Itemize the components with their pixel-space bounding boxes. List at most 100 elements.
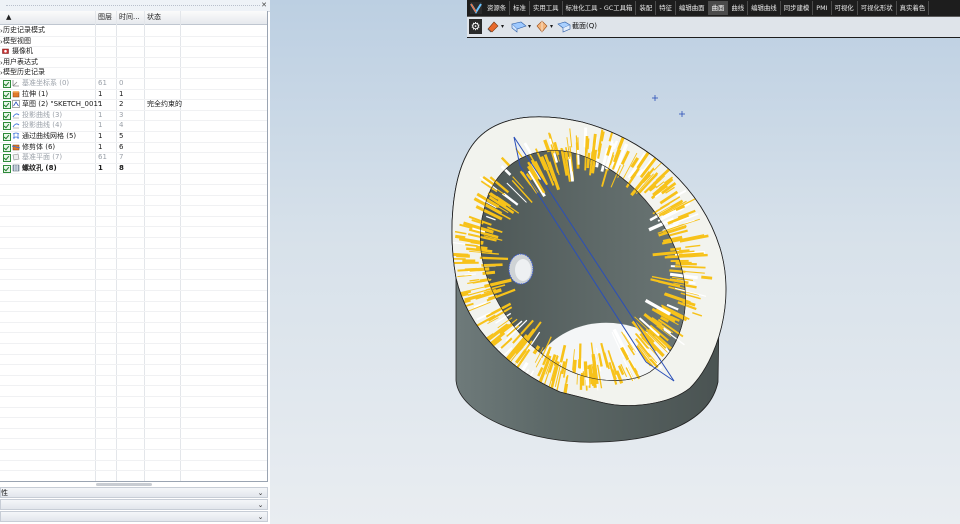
ribbon-tab[interactable]: 曲面 [708, 1, 729, 15]
feature-layer: 1 [98, 142, 103, 151]
node-label: 用户表达式 [3, 57, 38, 66]
dropdown-arrow-icon[interactable]: ▾ [528, 20, 531, 33]
eraser-tool-icon[interactable] [486, 20, 500, 33]
ribbon-tab[interactable]: 编辑曲面 [676, 1, 709, 15]
ribbon-tab[interactable]: 编辑曲线 [748, 1, 781, 15]
dependencies-panel-header[interactable]: ⌄ [0, 511, 268, 522]
pin-icon[interactable]: ✕ [260, 0, 268, 10]
point-markers [652, 95, 685, 117]
feature-layer: 61 [98, 153, 107, 162]
ribbon-toolbar: 资源条 标准 实用工具 标准化工具 - GC工具箱 装配 特征 编辑曲面 曲面 曲线 编辑曲线 同步… [467, 0, 960, 38]
feature-layer: 1 [98, 121, 103, 130]
projected-curve-icon [12, 111, 20, 119]
ribbon-tab[interactable]: 真实着色 [897, 1, 930, 15]
datum-plane-icon [12, 153, 20, 161]
feature-layer: 1 [98, 110, 103, 119]
feature-layer: 1 [98, 132, 103, 140]
feature-name: 草图 (2) "SKETCH_001" [22, 100, 102, 109]
section-view-label[interactable]: 截面(Q) [572, 20, 597, 33]
chevron-down-icon[interactable]: ⌄ [256, 488, 265, 498]
column-header-layer[interactable]: 图层 [98, 11, 112, 24]
chevron-down-icon[interactable]: ⌄ [256, 512, 265, 522]
chevron-down-icon[interactable]: ⌄ [256, 500, 265, 510]
projected-curve-icon [12, 121, 20, 129]
feature-time-stamp: 8 [119, 163, 124, 172]
gear-icon[interactable]: ⚙ [469, 19, 482, 34]
feature-layer: 1 [98, 100, 103, 109]
ribbon-tab[interactable]: 标准 [510, 1, 530, 15]
feature-time-stamp: 5 [119, 132, 124, 140]
quick-access-bar: ⚙ ▾ ▾ ▾ 截面(Q) [467, 16, 960, 37]
sort-arrow-icon[interactable]: ▲ [6, 11, 11, 24]
feature-name: 基准坐标系 (0) [22, 79, 70, 87]
details-panel-header[interactable]: 性 ⌄ [0, 487, 268, 498]
feature-status: 完全约束的 [147, 100, 182, 109]
column-header-status[interactable]: 状态 [147, 11, 161, 24]
sketch-icon [12, 100, 20, 108]
visibility-checkbox[interactable] [3, 111, 11, 120]
trim-body-icon [11, 143, 21, 151]
feature-layer: 1 [98, 89, 103, 98]
part-navigator: ✕ ▲ 图层 时间... 状态 › 历史记录模式 › 模型视图 摄像机 › 用户表达式 › 模型… [0, 0, 270, 524]
visibility-checkbox[interactable] [3, 90, 11, 99]
empty-row [0, 481, 267, 482]
ribbon-tab[interactable]: 实用工具 [530, 1, 563, 15]
feature-time-stamp: 7 [119, 153, 124, 162]
ribbon-tab[interactable]: 特征 [656, 1, 676, 15]
ribbon-tab[interactable]: 标准化工具 - GC工具箱 [563, 1, 637, 15]
render-style-icon[interactable] [535, 20, 549, 33]
ribbon-tab[interactable]: 可视化形状 [858, 1, 897, 15]
camera-icon [2, 47, 10, 55]
datum-csys-icon [12, 79, 20, 87]
details-panel-label: 性 [1, 489, 8, 497]
ribbon-tabs: 资源条 标准 实用工具 标准化工具 - GC工具箱 装配 特征 编辑曲面 曲面 曲线 编辑曲线 同步… [484, 1, 930, 15]
ribbon-tab[interactable]: 可视化 [832, 1, 858, 15]
feature-name: 通过曲线网格 (5) [22, 132, 77, 140]
ribbon-tab[interactable]: 资源条 [484, 1, 511, 15]
feature-layer: 61 [98, 79, 107, 87]
feature-name: 基准平面 (7) [22, 153, 63, 162]
feature-time-stamp: 2 [119, 100, 124, 109]
column-header-time[interactable]: 时间... [119, 11, 140, 24]
feature-name: 投影曲线 (4) [22, 121, 63, 130]
threaded-hole-icon [12, 164, 20, 172]
ribbon-tab[interactable]: 装配 [636, 1, 657, 15]
visibility-checkbox[interactable] [3, 143, 11, 152]
node-label: 模型历史记录 [3, 68, 45, 77]
feature-name: 修剪体 (6) [22, 142, 56, 151]
ribbon-tab[interactable]: 同步建模 [781, 1, 814, 15]
node-label: 模型视图 [3, 36, 31, 45]
node-label: 摄像机 [12, 47, 33, 56]
extrude-icon [12, 90, 20, 98]
visibility-checkbox[interactable] [3, 122, 11, 131]
feature-name: 螺纹孔 (8) [22, 163, 57, 172]
feature-time-stamp: 4 [119, 121, 124, 130]
preview-panel-header[interactable]: ⌄ [0, 499, 268, 510]
tree-header: ▲ 图层 时间... 状态 [0, 11, 267, 25]
feature-name: 投影曲线 (3) [22, 110, 63, 119]
dropdown-arrow-icon[interactable]: ▾ [501, 20, 504, 33]
visibility-checkbox[interactable] [3, 154, 11, 163]
model-canvas[interactable] [270, 0, 960, 524]
visibility-checkbox[interactable] [3, 101, 11, 110]
feature-time-stamp: 3 [119, 110, 124, 119]
node-label: 历史记录模式 [3, 26, 45, 34]
curve-mesh-icon [12, 132, 20, 140]
visibility-checkbox[interactable] [3, 164, 11, 173]
dropdown-arrow-icon[interactable]: ▾ [550, 20, 553, 33]
feature-layer: 1 [98, 163, 103, 172]
section-view-icon[interactable] [557, 20, 571, 33]
ribbon-tab[interactable]: 曲线 [728, 1, 749, 15]
feature-time-stamp: 1 [119, 89, 124, 98]
feature-name: 拉伸 (1) [22, 89, 49, 98]
view-orient-icon[interactable] [511, 20, 527, 33]
graphics-viewport[interactable]: 资源条 标准 实用工具 标准化工具 - GC工具箱 装配 特征 编辑曲面 曲面 曲线 编辑曲线 同步… [270, 0, 960, 524]
visibility-checkbox[interactable] [3, 80, 11, 88]
nx-logo-icon[interactable] [470, 2, 482, 14]
ribbon-tab[interactable]: PMI [813, 1, 832, 15]
horizontal-scrollbar[interactable] [96, 483, 152, 486]
visibility-checkbox[interactable] [3, 133, 11, 141]
feature-time-stamp: 0 [119, 79, 124, 87]
feature-time-stamp: 6 [119, 142, 124, 151]
feature-tree[interactable]: ▲ 图层 时间... 状态 › 历史记录模式 › 模型视图 摄像机 › 用户表达式 › 模型历史… [0, 11, 268, 482]
